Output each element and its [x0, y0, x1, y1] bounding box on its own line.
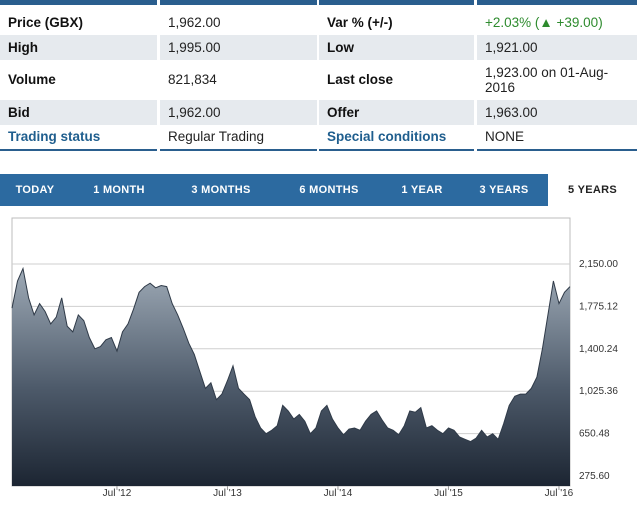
x-tick-label: Jul '16 [545, 488, 574, 499]
period-tabs: TODAY 1 MONTH 3 MONTHS 6 MONTHS 1 YEAR 3… [0, 174, 637, 206]
volume-label: Volume [8, 72, 56, 87]
bid-value: 1,962.00 [160, 100, 317, 125]
separator [0, 149, 157, 151]
tab-1-month[interactable]: 1 MONTH [70, 174, 168, 206]
bid-label: Bid [0, 100, 157, 125]
y-tick-label: 275.60 [579, 471, 610, 482]
price-chart-svg: 2,150.00 1,775.12 1,400.24 1,025.36 650.48 27… [11, 217, 618, 499]
last-close-label: Last close [327, 72, 394, 87]
high-label: High [0, 35, 157, 60]
trading-status-link[interactable]: Trading status [0, 125, 157, 148]
var-label: Var % (+/-) [327, 15, 393, 30]
offer-value: 1,963.00 [477, 100, 637, 125]
tab-1-year[interactable]: 1 YEAR [384, 174, 460, 206]
special-conditions-link[interactable]: Special conditions [319, 125, 474, 148]
trading-status-value: Regular Trading [168, 129, 265, 144]
stats-row-price: Price (GBX) 1,962.00 Var % (+/-) +2.03% … [0, 10, 637, 35]
tab-3-years[interactable]: 3 YEARS [460, 174, 548, 206]
y-tick-label: 1,775.12 [579, 301, 618, 312]
x-tick-label: Jul '14 [324, 488, 353, 499]
separator [160, 149, 317, 151]
var-value: +2.03% (▲ +39.00) [485, 15, 603, 30]
price-chart: 2,150.00 1,775.12 1,400.24 1,025.36 650.48 27… [0, 206, 637, 511]
y-tick-label: 2,150.00 [579, 259, 618, 270]
separator [319, 149, 474, 151]
tab-5-years[interactable]: 5 YEARS [548, 174, 637, 206]
high-value: 1,995.00 [160, 35, 317, 60]
x-tick-label: Jul '12 [103, 488, 132, 499]
accent-bar [477, 0, 637, 5]
y-tick-label: 1,400.24 [579, 344, 618, 355]
tab-today[interactable]: TODAY [0, 174, 70, 206]
tab-3-months[interactable]: 3 MONTHS [168, 174, 274, 206]
low-value: 1,921.00 [477, 35, 637, 60]
stats-row-high: High 1,995.00 Low 1,921.00 [0, 35, 637, 60]
last-close-value: 1,923.00 on 01-Aug-2016 [485, 64, 609, 95]
low-label: Low [319, 35, 474, 60]
y-tick-label: 650.48 [579, 429, 610, 440]
x-tick-label: Jul '15 [434, 488, 463, 499]
accent-bar [319, 0, 474, 5]
price-label: Price (GBX) [8, 15, 84, 30]
separator [477, 149, 637, 151]
x-tick-label: Jul '13 [213, 488, 242, 499]
volume-value: 821,834 [168, 72, 217, 87]
accent-bar [0, 0, 157, 5]
stats-row-volume: Volume 821,834 Last close 1,923.00 on 01… [0, 60, 637, 99]
offer-label: Offer [319, 100, 474, 125]
stats-row-bid: Bid 1,962.00 Offer 1,963.00 [0, 100, 637, 125]
y-tick-label: 1,025.36 [579, 386, 618, 397]
tab-6-months[interactable]: 6 MONTHS [274, 174, 384, 206]
special-conditions-value: NONE [485, 129, 525, 144]
accent-bar [160, 0, 317, 5]
price-value: 1,962.00 [168, 15, 221, 30]
stats-row-trading: Trading status Regular Trading Special c… [0, 125, 637, 148]
